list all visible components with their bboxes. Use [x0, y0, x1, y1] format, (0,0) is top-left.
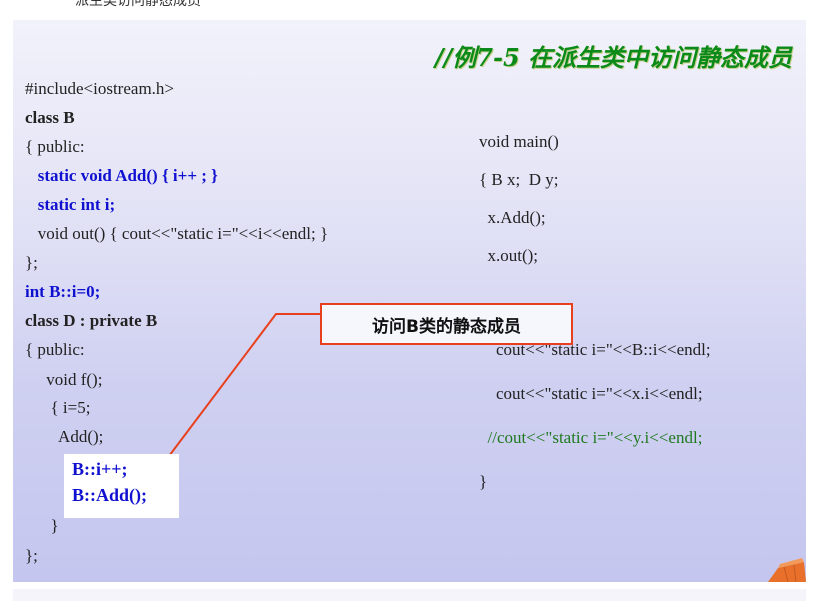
- code-line-main-end: }: [479, 472, 488, 491]
- insert-line-b-add: B::Add();: [72, 485, 147, 505]
- callout-box: 访问B类的静态成员: [320, 303, 573, 345]
- code-line-cout-x-i: cout<<"static i="<<x.i<<endl;: [479, 384, 703, 403]
- code-line-add-call: Add();: [25, 427, 104, 446]
- code-line-x-add: x.Add();: [479, 208, 546, 227]
- code-line-static-int: static int i;: [25, 195, 116, 214]
- code-line-init-i: int B::i=0;: [25, 282, 101, 301]
- code-line-include: #include<iostream.h>: [25, 79, 174, 98]
- bottom-bar: [13, 589, 806, 601]
- code-line-class-d: class D : private B: [25, 311, 158, 330]
- slide: //例7-5 在派生类中访问静态成员 #include<iostream.h> …: [13, 20, 806, 582]
- corner-decoration-icon: [768, 558, 806, 582]
- insert-box: B::i++; B::Add();: [64, 454, 179, 518]
- code-line-public: { public:: [25, 137, 85, 156]
- slide-title: //例7-5 在派生类中访问静态成员: [434, 43, 792, 72]
- code-line-class-d-end: };: [25, 546, 38, 565]
- code-line-f-end: }: [25, 516, 59, 535]
- insert-line-b-i-inc: B::i++;: [72, 459, 128, 479]
- top-caption: 派生类访问静态成员: [75, 0, 201, 9]
- code-line-class-b-end: };: [25, 253, 38, 272]
- code-line-decl: { B x; D y;: [479, 170, 559, 189]
- code-line-static-add: static void Add() { i++ ; }: [25, 166, 218, 185]
- code-line-public-d: { public:: [25, 340, 85, 359]
- code-line-i-eq-5: { i=5;: [25, 398, 91, 417]
- code-line-main: void main(): [479, 132, 559, 151]
- code-line-x-out: x.out();: [479, 246, 539, 265]
- code-line-out: void out() { cout<<"static i="<<i<<endl;…: [25, 224, 329, 243]
- callout-text: 访问B类的静态成员: [372, 316, 521, 337]
- code-line-comment-y-i: //cout<<"static i="<<y.i<<endl;: [479, 428, 703, 447]
- code-line-class-b: class B: [25, 108, 75, 127]
- code-line-void-f: void f();: [25, 370, 103, 389]
